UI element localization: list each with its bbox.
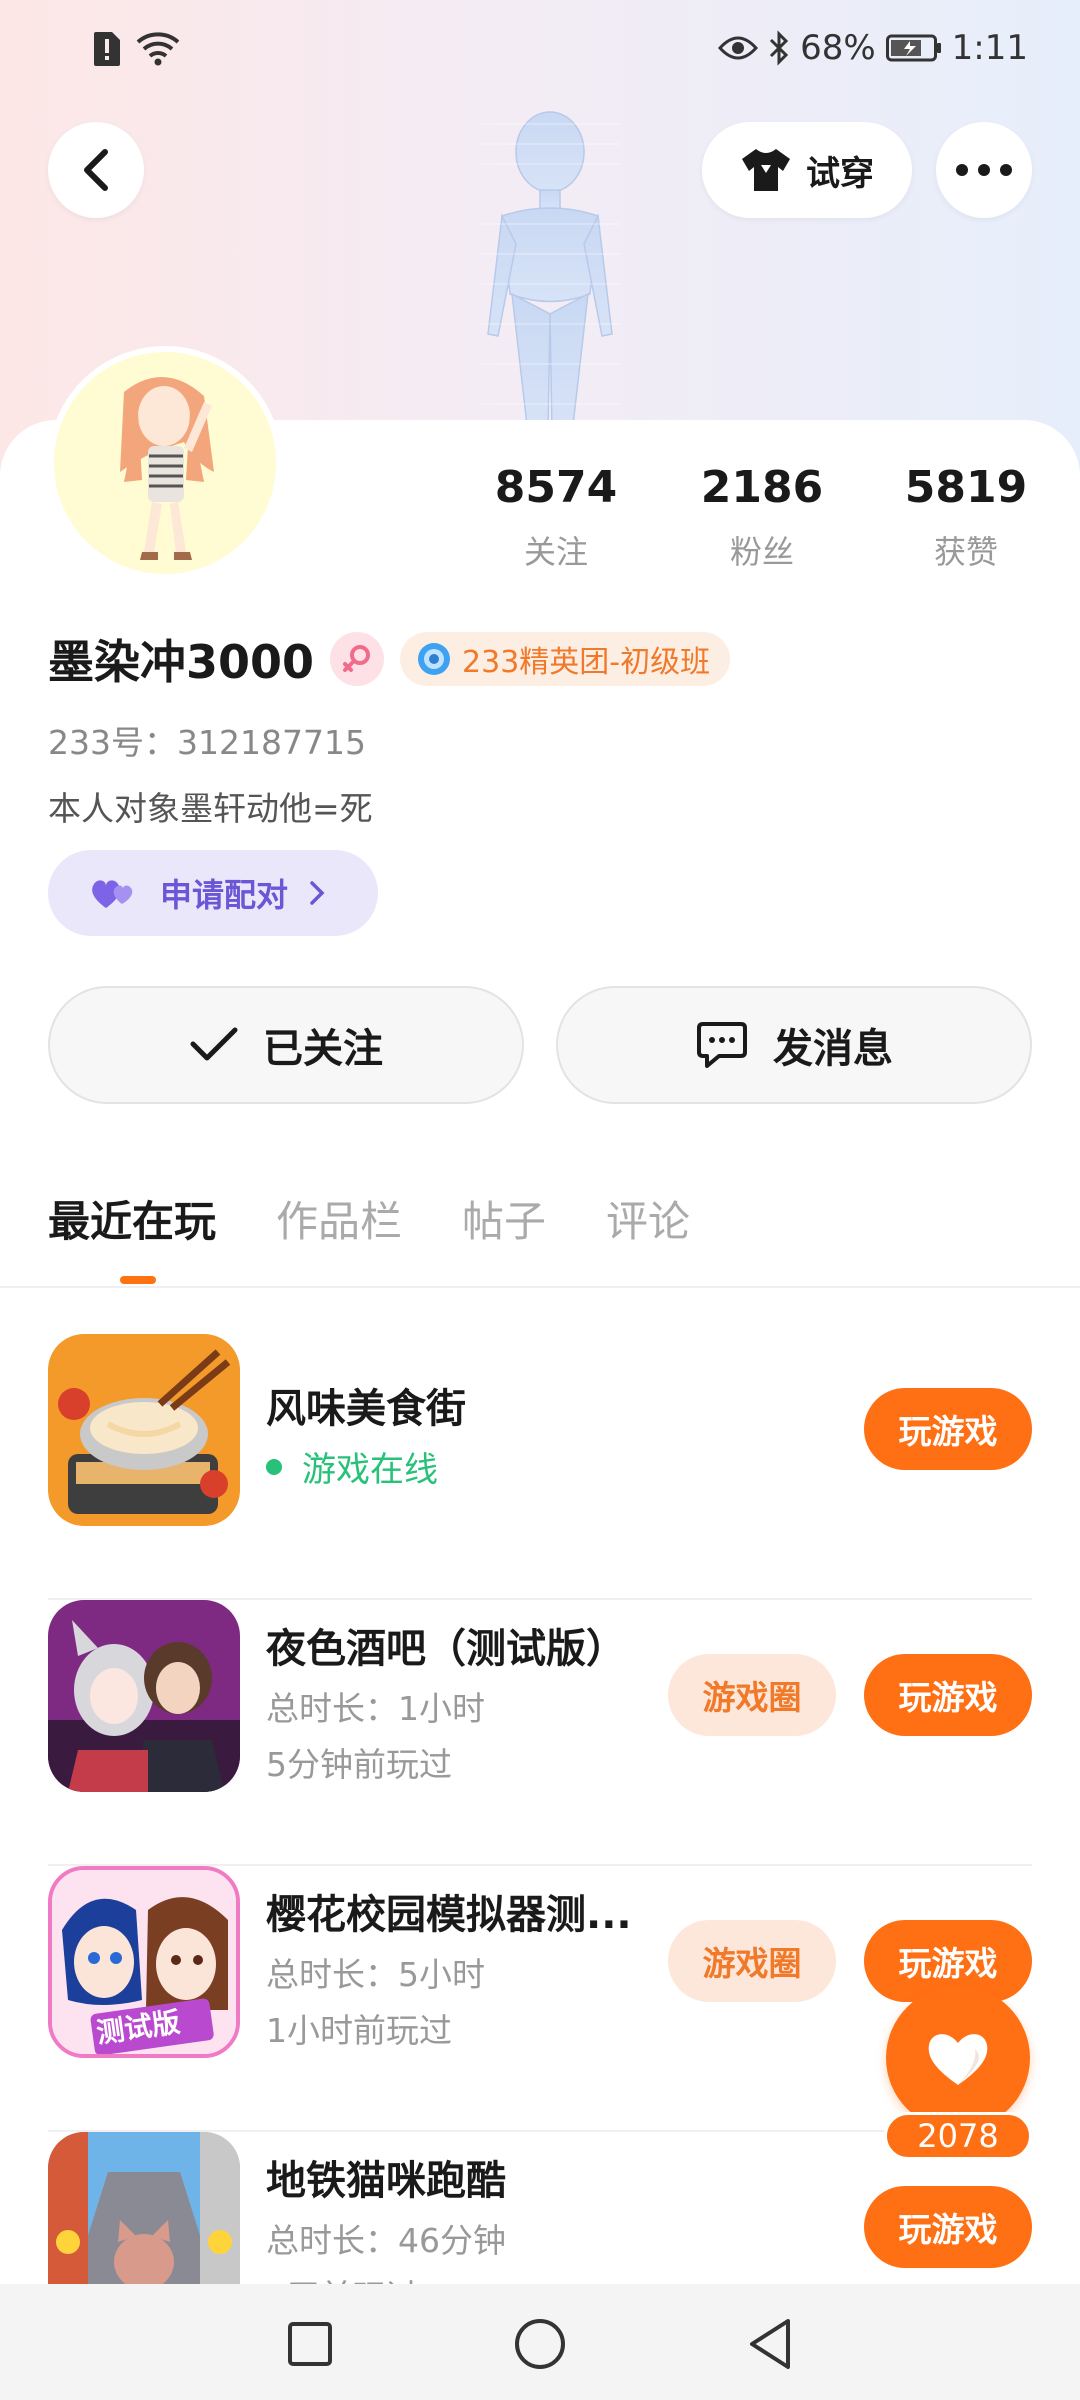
system-back-button[interactable] <box>740 2314 800 2374</box>
chevron-left-icon <box>84 149 108 191</box>
game-title: 风味美食街 <box>266 1386 466 1432</box>
heart-icon <box>928 2034 988 2085</box>
following-button[interactable]: 已关注 <box>48 986 524 1104</box>
system-navigation-bar <box>0 2284 1080 2400</box>
tshirt-icon <box>742 149 790 191</box>
like-count: 2078 <box>884 2112 1032 2160</box>
online-dot-icon <box>266 1458 282 1475</box>
level-badge[interactable]: 233精英团-初级班 <box>400 632 731 686</box>
tab-recently-played[interactable]: 最近在玩 <box>48 1188 216 1249</box>
chevron-right-icon <box>310 881 325 905</box>
tab-works[interactable]: 作品栏 <box>276 1188 402 1249</box>
level-badge-label: 233精英团-初级班 <box>462 645 711 680</box>
play-game-button[interactable]: 玩游戏 <box>864 1654 1032 1736</box>
game-playtime: 总时长：5小时 <box>266 1955 485 1994</box>
request-pair-label: 申请配对 <box>160 876 289 914</box>
name-row: 墨染冲3000 233精英团-初级班 <box>48 626 731 692</box>
like-button[interactable] <box>886 1986 1030 2130</box>
following-button-label: 已关注 <box>263 1026 383 1072</box>
stat-fans[interactable]: 2186 粉丝 <box>662 462 862 573</box>
game-row[interactable]: 地铁猫咪跑酷 总时长：46分钟 1天前玩过 玩游戏 <box>48 2132 1032 2284</box>
following-count: 8574 <box>494 462 618 513</box>
likes-count: 5819 <box>904 462 1028 513</box>
status-bar: 68% 1:11 <box>0 0 1080 104</box>
game-title: 地铁猫咪跑酷 <box>266 2158 506 2204</box>
stat-likes[interactable]: 5819 获赞 <box>866 462 1066 573</box>
anime-girl-avatar-illustration <box>120 376 214 560</box>
eye-icon <box>718 36 759 60</box>
game-icon-food-street <box>48 1334 240 1526</box>
circle-icon <box>515 2319 565 2369</box>
more-options-button[interactable] <box>936 122 1032 218</box>
send-message-button[interactable]: 发消息 <box>556 986 1032 1104</box>
send-message-label: 发消息 <box>773 1026 893 1072</box>
battery-charging-icon <box>885 34 941 62</box>
try-on-label: 试穿 <box>806 153 874 194</box>
username: 墨染冲3000 <box>48 635 315 689</box>
checkmark-icon <box>190 1027 238 1061</box>
game-row[interactable]: 风味美食街 游戏在线 玩游戏 <box>48 1334 1032 1600</box>
following-label: 关注 <box>523 533 588 571</box>
game-icon-subway-cat <box>48 2132 240 2284</box>
game-row[interactable]: 测试版 樱花校园模拟器测... 总时长：5小时 1小时前玩过 游戏圈 玩游戏 <box>48 1866 1032 2132</box>
user-id: 233号：312187715 <box>48 723 366 762</box>
game-online-status: 游戏在线 <box>266 1442 438 1491</box>
online-status-label: 游戏在线 <box>302 1450 438 1490</box>
game-title: 樱花校园模拟器测... <box>266 1892 632 1938</box>
game-circle-button[interactable]: 游戏圈 <box>668 1654 836 1736</box>
game-circle-button[interactable]: 游戏圈 <box>668 1920 836 2002</box>
active-tab-indicator <box>120 1276 156 1284</box>
fans-label: 粉丝 <box>729 533 794 571</box>
sim-alert-icon <box>94 32 120 66</box>
user-avatar[interactable] <box>48 346 282 580</box>
profile-tabs: 最近在玩 作品栏 帖子 评论 <box>48 1188 690 1249</box>
wifi-icon <box>136 32 180 66</box>
request-pair-button[interactable]: 申请配对 <box>48 850 378 936</box>
square-icon <box>288 2322 332 2366</box>
avatar-model-figure <box>480 111 620 434</box>
game-icon-sakura-school: 测试版 <box>48 1866 240 2058</box>
game-row[interactable]: 夜色酒吧（测试版） 总时长：1小时 5分钟前玩过 游戏圈 玩游戏 <box>48 1600 1032 1866</box>
double-heart-icon <box>92 880 133 908</box>
back-button[interactable] <box>48 122 144 218</box>
chat-bubble-icon <box>697 1022 747 1068</box>
likes-label: 获赞 <box>933 533 998 571</box>
stat-following[interactable]: 8574 关注 <box>456 462 656 573</box>
play-game-button[interactable]: 玩游戏 <box>864 2186 1032 2268</box>
bluetooth-icon <box>770 30 789 66</box>
female-gender-icon <box>330 632 385 686</box>
game-icon-night-bar <box>48 1600 240 1792</box>
triangle-back-icon <box>750 2319 790 2369</box>
medal-icon <box>418 643 451 675</box>
game-last-played: 1小时前玩过 <box>266 2011 452 2050</box>
clock: 1:11 <box>951 28 1028 68</box>
home-button[interactable] <box>510 2314 570 2374</box>
fans-count: 2186 <box>700 462 824 513</box>
battery-percent: 68% <box>800 28 876 68</box>
play-game-button[interactable]: 玩游戏 <box>864 1388 1032 1470</box>
game-playtime: 总时长：1小时 <box>266 1689 485 1728</box>
tab-comments[interactable]: 评论 <box>606 1188 690 1249</box>
tabs-divider <box>0 1286 1080 1288</box>
user-bio: 本人对象墨轩动他=死 <box>48 789 373 828</box>
recent-apps-button[interactable] <box>280 2314 340 2374</box>
more-dots-icon <box>956 164 1012 176</box>
game-playtime: 总时长：46分钟 <box>266 2221 506 2260</box>
try-on-button[interactable]: 试穿 <box>702 122 912 218</box>
game-last-played: 1天前玩过 <box>266 2270 419 2284</box>
tab-posts[interactable]: 帖子 <box>462 1188 546 1249</box>
game-title: 夜色酒吧（测试版） <box>266 1626 626 1672</box>
game-last-played: 5分钟前玩过 <box>266 1745 452 1784</box>
